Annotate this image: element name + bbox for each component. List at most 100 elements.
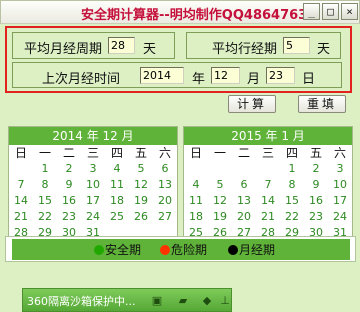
window-title: 安全期计算器--明均制作QQ48647633	[81, 8, 317, 23]
day-cell[interactable]: 16	[304, 193, 328, 209]
day-cell[interactable]: 13	[153, 177, 177, 193]
weekday-cell: 日	[189, 146, 202, 160]
day-cell[interactable]: 11	[105, 177, 129, 193]
day-cell[interactable]: 17	[328, 193, 352, 209]
weekday-cell: 六	[333, 146, 346, 160]
reset-button[interactable]: 重填	[298, 95, 346, 113]
legend-safe-label: 安全期	[105, 243, 142, 257]
weekday-row: 日 一 二 三 四 五 六	[9, 145, 177, 161]
day-cell[interactable]: 15	[280, 193, 304, 209]
day-cell[interactable]: 20	[232, 209, 256, 225]
weekday-cell: 五	[309, 146, 322, 160]
day-cell[interactable]: 7	[256, 177, 280, 193]
day-cell[interactable]: 11	[184, 193, 208, 209]
day-cell[interactable]: 23	[304, 209, 328, 225]
day-cell[interactable]: 9	[304, 177, 328, 193]
day-cell[interactable]: 1	[33, 161, 57, 177]
day-cell[interactable]: 1	[280, 161, 304, 177]
day-cell[interactable]: 6	[232, 177, 256, 193]
day-cell[interactable]: 5	[129, 161, 153, 177]
day-cell[interactable]	[256, 161, 280, 177]
day-cell[interactable]: 23	[57, 209, 81, 225]
weekday-cell: 一	[38, 146, 51, 160]
legend-strip: 安全期 危险期 月经期	[12, 239, 350, 260]
day-cell[interactable]: 20	[153, 193, 177, 209]
day-cell[interactable]: 26	[129, 209, 153, 225]
day-cell[interactable]: 9	[57, 177, 81, 193]
day-cell[interactable]	[232, 161, 256, 177]
day-cell[interactable]	[9, 161, 33, 177]
monitor-icon[interactable]: ▣	[149, 293, 165, 308]
highlight-box	[5, 26, 352, 93]
day-cell[interactable]: 25	[105, 209, 129, 225]
weekday-cell: 二	[62, 146, 75, 160]
week-row: 21 22 23 24 25 26 27	[9, 209, 177, 225]
day-cell[interactable]: 10	[81, 177, 105, 193]
close-button[interactable]: ×	[341, 3, 358, 20]
calendar-header: 2015 年 1 月	[184, 127, 352, 145]
day-cell[interactable]: 2	[304, 161, 328, 177]
weekday-cell: 六	[158, 146, 171, 160]
weekday-row: 日 一 二 三 四 五 六	[184, 145, 352, 161]
day-cell[interactable]: 8	[33, 177, 57, 193]
day-cell[interactable]: 2	[57, 161, 81, 177]
danger-dot-icon	[160, 245, 170, 255]
shield-icon[interactable]: ◆	[199, 293, 215, 308]
day-cell[interactable]	[208, 161, 232, 177]
legend-safe: 安全期	[94, 241, 141, 258]
calendar-dec-2014: 2014 年 12 月 日 一 二 三 四 五 六 1 2 3 4 5 6 7 …	[8, 126, 178, 254]
legend-menstrual-label: 月经期	[239, 243, 276, 257]
restore-button[interactable]: □	[322, 3, 339, 20]
weekday-cell: 五	[134, 146, 147, 160]
day-cell[interactable]: 19	[129, 193, 153, 209]
day-cell[interactable]: 18	[184, 209, 208, 225]
legend-danger: 危险期	[160, 241, 207, 258]
day-cell[interactable]: 24	[328, 209, 352, 225]
day-cell[interactable]: 18	[105, 193, 129, 209]
day-cell[interactable]: 13	[232, 193, 256, 209]
weekday-cell: 日	[14, 146, 27, 160]
day-cell[interactable]: 24	[81, 209, 105, 225]
day-cell[interactable]: 12	[129, 177, 153, 193]
minimize-button[interactable]: _	[303, 3, 320, 20]
folder-icon[interactable]: ▰	[175, 293, 191, 308]
day-cell[interactable]: 4	[105, 161, 129, 177]
day-cell[interactable]: 14	[256, 193, 280, 209]
day-cell[interactable]: 21	[9, 209, 33, 225]
week-row: 14 15 16 17 18 19 20	[9, 193, 177, 209]
day-cell[interactable]: 3	[81, 161, 105, 177]
sandbox-taskbar[interactable]: 360隔离沙箱保护中... ▣ ▰ ◆ ⊥	[22, 288, 232, 312]
week-row: 1 2 3 4 5 6	[9, 161, 177, 177]
day-cell[interactable]: 22	[33, 209, 57, 225]
day-cell[interactable]: 4	[184, 177, 208, 193]
day-cell[interactable]: 12	[208, 193, 232, 209]
pin-icon[interactable]: ⊥	[217, 293, 233, 308]
day-cell[interactable]: 21	[256, 209, 280, 225]
menstrual-dot-icon	[228, 245, 238, 255]
week-row: 18 19 20 21 22 23 24	[184, 209, 352, 225]
day-cell[interactable]: 8	[280, 177, 304, 193]
day-cell[interactable]: 27	[153, 209, 177, 225]
day-cell[interactable]: 16	[57, 193, 81, 209]
legend-menstrual: 月经期	[228, 241, 275, 258]
weekday-cell: 四	[110, 146, 123, 160]
day-cell[interactable]: 14	[9, 193, 33, 209]
calculate-button[interactable]: 计算	[228, 95, 276, 113]
day-cell[interactable]	[184, 161, 208, 177]
day-cell[interactable]: 17	[81, 193, 105, 209]
legend-danger-label: 危险期	[171, 243, 208, 257]
weekday-cell: 一	[213, 146, 226, 160]
title-bar[interactable]: 安全期计算器--明均制作QQ48647633 _ □ ×	[0, 0, 360, 24]
day-cell[interactable]: 5	[208, 177, 232, 193]
day-cell[interactable]: 22	[280, 209, 304, 225]
legend-bar: 安全期 危险期 月经期	[5, 236, 356, 262]
weekday-cell: 四	[285, 146, 298, 160]
day-cell[interactable]: 3	[328, 161, 352, 177]
day-cell[interactable]: 6	[153, 161, 177, 177]
day-cell[interactable]: 19	[208, 209, 232, 225]
calendar-header: 2014 年 12 月	[9, 127, 177, 145]
day-cell[interactable]: 15	[33, 193, 57, 209]
day-cell[interactable]: 7	[9, 177, 33, 193]
day-cell[interactable]: 10	[328, 177, 352, 193]
week-row: 4 5 6 7 8 9 10	[184, 177, 352, 193]
